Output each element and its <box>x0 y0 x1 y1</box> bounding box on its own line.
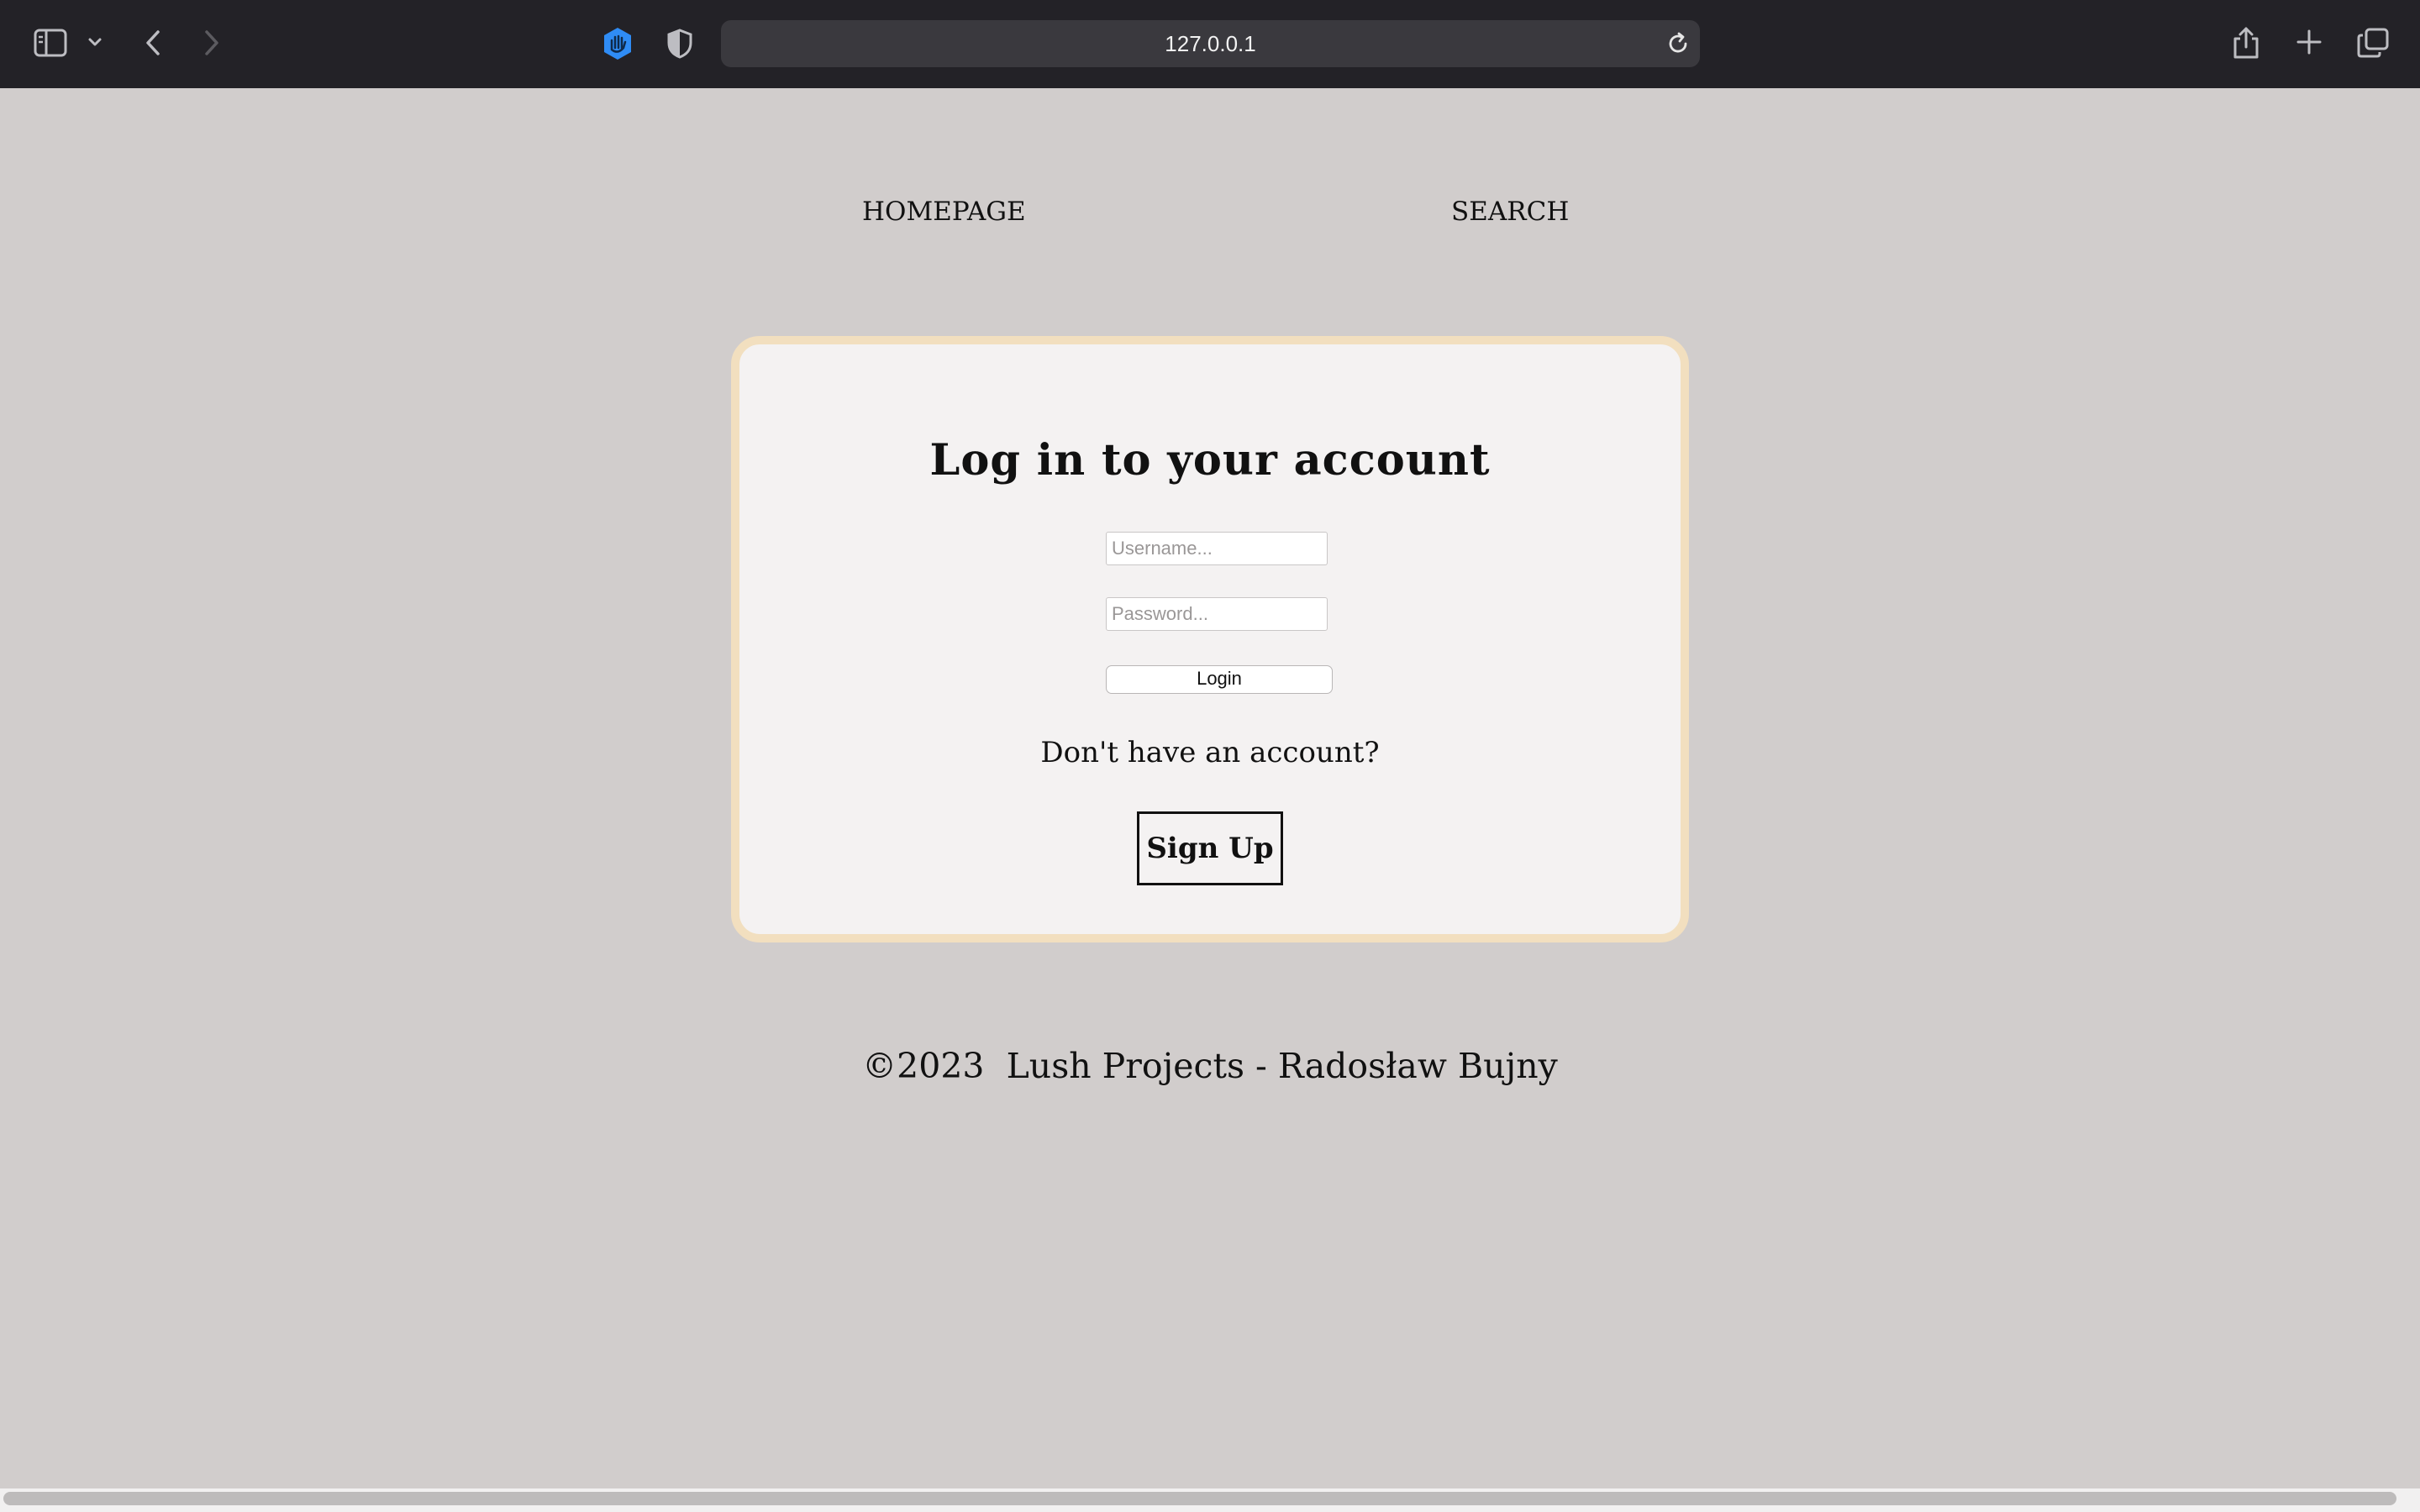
chevron-down-icon[interactable] <box>87 37 103 47</box>
privacy-hand-icon[interactable] <box>600 26 635 61</box>
page-title: Log in to your account <box>929 435 1491 486</box>
horizontal-scrollbar[interactable] <box>0 1488 2420 1512</box>
browser-toolbar: 127.0.0.1 <box>0 0 2420 88</box>
tabs-overview-icon[interactable] <box>2356 27 2390 59</box>
nav-search-link[interactable]: SEARCH <box>1451 195 1569 228</box>
forward-icon[interactable] <box>202 29 222 57</box>
no-account-text: Don't have an account? <box>1040 736 1380 769</box>
password-input[interactable] <box>1106 597 1328 631</box>
sign-up-button[interactable]: Sign Up <box>1137 811 1283 885</box>
reload-icon[interactable] <box>1665 30 1691 57</box>
new-tab-icon[interactable] <box>2296 29 2323 55</box>
address-bar[interactable]: 127.0.0.1 <box>721 20 1700 67</box>
shield-icon[interactable] <box>666 28 694 60</box>
nav-homepage-link[interactable]: HOMEPAGE <box>862 195 1026 228</box>
scrollbar-thumb[interactable] <box>3 1492 2396 1505</box>
username-input[interactable] <box>1106 532 1328 565</box>
footer-copyright: ©2023 Lush Projects - Radosław Bujny <box>862 1046 1558 1086</box>
sidebar-icon[interactable] <box>34 29 67 57</box>
login-button[interactable]: Login <box>1106 665 1333 694</box>
back-icon[interactable] <box>143 29 163 57</box>
share-icon[interactable] <box>2232 25 2260 60</box>
url-text[interactable]: 127.0.0.1 <box>721 20 1700 67</box>
login-card: Log in to your account Login Don't have … <box>731 336 1689 942</box>
